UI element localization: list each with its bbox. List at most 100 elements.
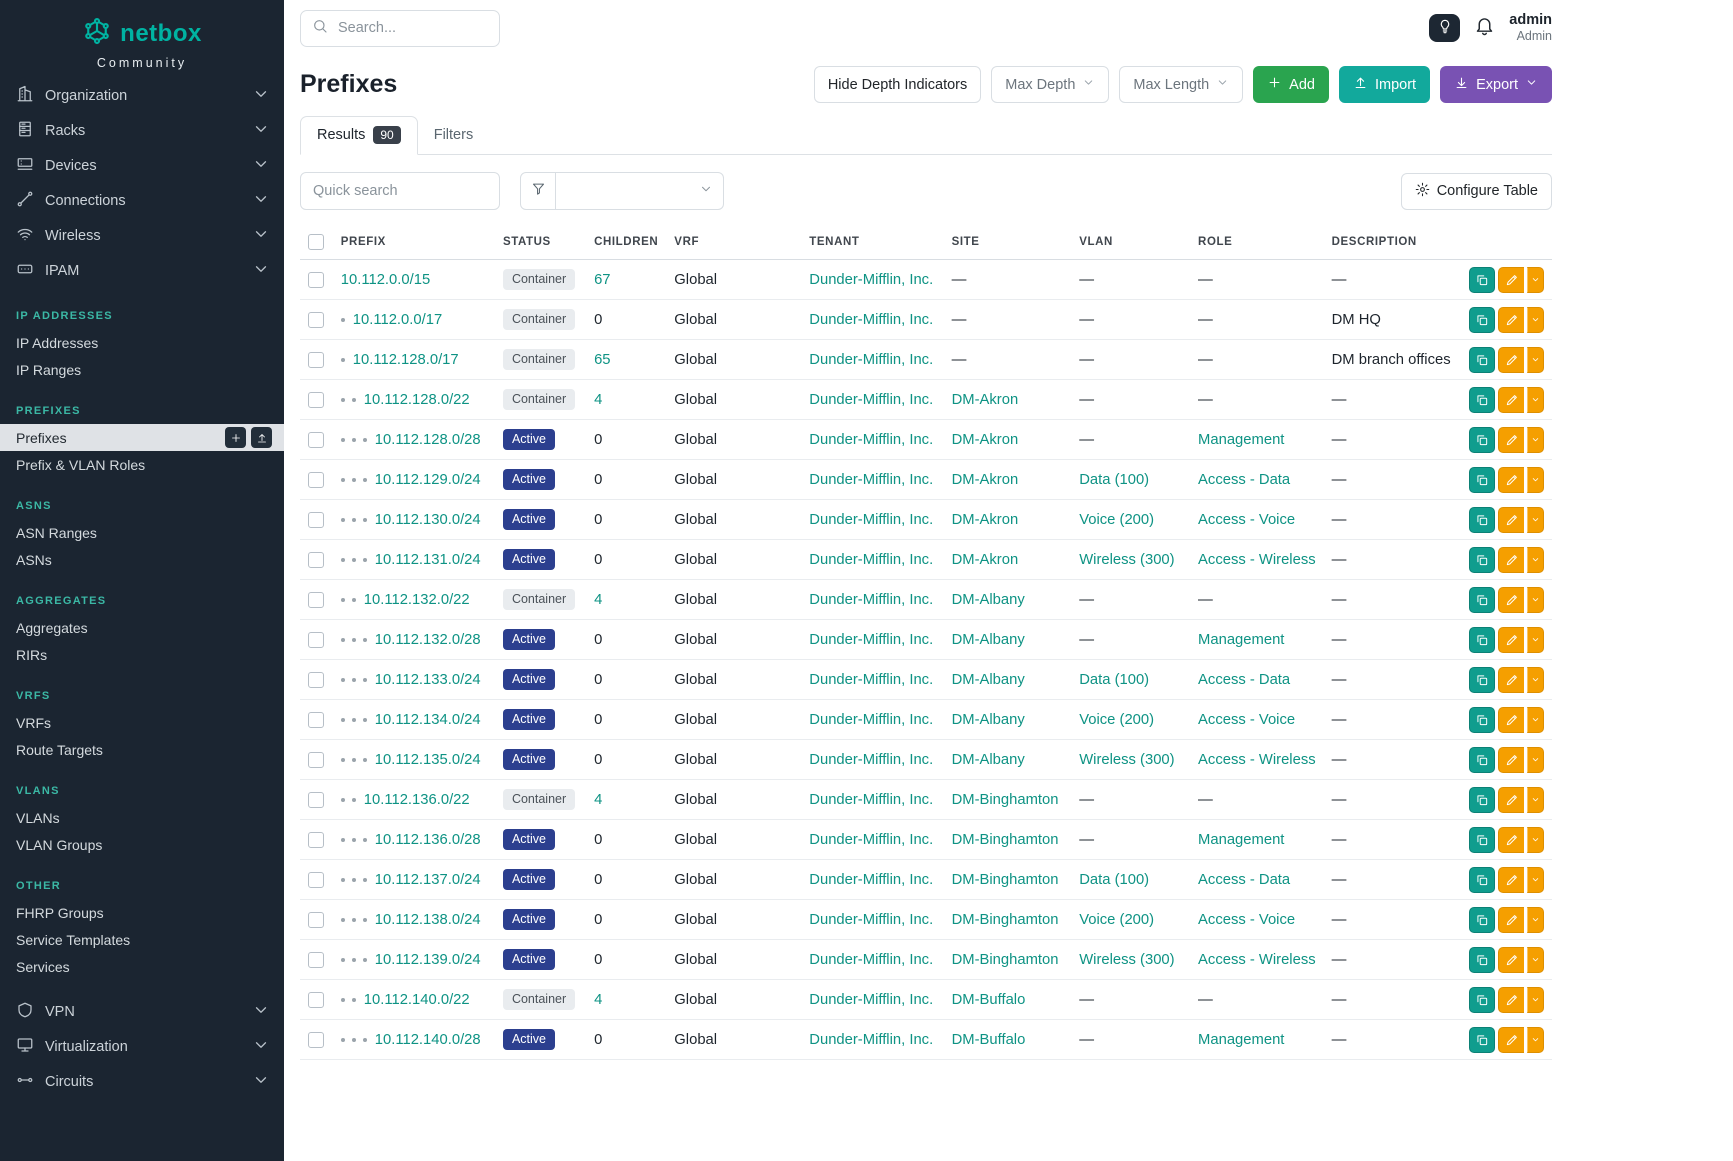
sidebar-item-vrfs[interactable]: VRFs: [0, 709, 284, 736]
prefix-link[interactable]: 10.112.132.0/22: [364, 592, 470, 608]
sidebar-item-wireless[interactable]: Wireless: [0, 218, 284, 253]
row-checkbox[interactable]: [308, 432, 324, 448]
site-link[interactable]: DM-Albany: [952, 632, 1025, 648]
global-search-input[interactable]: [336, 19, 527, 37]
row-checkbox[interactable]: [308, 472, 324, 488]
tenant-link[interactable]: Dunder-Mifflin, Inc.: [809, 912, 933, 928]
row-checkbox[interactable]: [308, 392, 324, 408]
clone-button[interactable]: [1469, 587, 1495, 613]
children-count-link[interactable]: 4: [594, 792, 602, 808]
clone-button[interactable]: [1469, 707, 1495, 733]
row-checkbox[interactable]: [308, 952, 324, 968]
tenant-link[interactable]: Dunder-Mifflin, Inc.: [809, 1032, 933, 1048]
clone-button[interactable]: [1469, 907, 1495, 933]
prefix-link[interactable]: 10.112.0.0/17: [353, 312, 442, 328]
column-header-role[interactable]: ROLE: [1190, 224, 1324, 260]
edit-button[interactable]: [1498, 507, 1524, 533]
sidebar-item-asns[interactable]: ASNs: [0, 546, 284, 573]
edit-dropdown-caret[interactable]: [1527, 627, 1544, 653]
theme-toggle-button[interactable]: [1429, 14, 1460, 42]
prefix-link[interactable]: 10.112.131.0/24: [375, 552, 481, 568]
clone-button[interactable]: [1469, 627, 1495, 653]
netbox-logo[interactable]: netbox Community: [0, 0, 284, 78]
prefix-link[interactable]: 10.112.136.0/28: [375, 832, 481, 848]
export-button[interactable]: Export: [1440, 66, 1552, 103]
clone-button[interactable]: [1469, 427, 1495, 453]
column-header-prefix[interactable]: PREFIX: [333, 224, 495, 260]
edit-button[interactable]: [1498, 827, 1524, 853]
vlan-link[interactable]: Data (100): [1079, 672, 1149, 688]
site-link[interactable]: DM-Binghamton: [952, 872, 1059, 888]
site-link[interactable]: DM-Binghamton: [952, 832, 1059, 848]
edit-dropdown-caret[interactable]: [1527, 587, 1544, 613]
tenant-link[interactable]: Dunder-Mifflin, Inc.: [809, 792, 933, 808]
row-checkbox[interactable]: [308, 552, 324, 568]
clone-button[interactable]: [1469, 387, 1495, 413]
row-checkbox[interactable]: [308, 512, 324, 528]
edit-dropdown-caret[interactable]: [1527, 787, 1544, 813]
edit-dropdown-caret[interactable]: [1527, 827, 1544, 853]
tenant-link[interactable]: Dunder-Mifflin, Inc.: [809, 352, 933, 368]
prefix-link[interactable]: 10.112.136.0/22: [364, 792, 470, 808]
column-header-site[interactable]: SITE: [944, 224, 1072, 260]
tenant-link[interactable]: Dunder-Mifflin, Inc.: [809, 952, 933, 968]
edit-button[interactable]: [1498, 1027, 1524, 1053]
sidebar-item-ip-ranges[interactable]: IP Ranges: [0, 356, 284, 383]
prefix-link[interactable]: 10.112.130.0/24: [375, 512, 481, 528]
prefix-link[interactable]: 10.112.138.0/24: [375, 912, 481, 928]
sidebar-item-vlan-groups[interactable]: VLAN Groups: [0, 831, 284, 858]
tenant-link[interactable]: Dunder-Mifflin, Inc.: [809, 432, 933, 448]
filter-button[interactable]: [520, 172, 556, 210]
row-checkbox[interactable]: [308, 272, 324, 288]
prefix-link[interactable]: 10.112.140.0/22: [364, 992, 470, 1008]
row-checkbox[interactable]: [308, 592, 324, 608]
edit-button[interactable]: [1498, 347, 1524, 373]
sidebar-item-circuits[interactable]: Circuits: [0, 1064, 284, 1099]
global-search[interactable]: [300, 10, 500, 47]
row-checkbox[interactable]: [308, 1032, 324, 1048]
role-link[interactable]: Access - Data: [1198, 672, 1290, 688]
vlan-link[interactable]: Voice (200): [1079, 912, 1154, 928]
tenant-link[interactable]: Dunder-Mifflin, Inc.: [809, 632, 933, 648]
sidebar-item-rirs[interactable]: RIRs: [0, 641, 284, 668]
edit-dropdown-caret[interactable]: [1527, 667, 1544, 693]
site-link[interactable]: DM-Akron: [952, 472, 1019, 488]
edit-dropdown-caret[interactable]: [1527, 347, 1544, 373]
vlan-link[interactable]: Wireless (300): [1079, 952, 1174, 968]
max-length-dropdown[interactable]: Max Length: [1119, 66, 1243, 103]
column-header-description[interactable]: DESCRIPTION: [1324, 224, 1461, 260]
site-link[interactable]: DM-Albany: [952, 592, 1025, 608]
row-checkbox[interactable]: [308, 672, 324, 688]
tenant-link[interactable]: Dunder-Mifflin, Inc.: [809, 872, 933, 888]
clone-button[interactable]: [1469, 547, 1495, 573]
tab-filters[interactable]: Filters: [418, 116, 489, 154]
edit-dropdown-caret[interactable]: [1527, 307, 1544, 333]
sidebar-item-prefixes[interactable]: Prefixes: [0, 424, 284, 451]
edit-dropdown-caret[interactable]: [1527, 747, 1544, 773]
tenant-link[interactable]: Dunder-Mifflin, Inc.: [809, 752, 933, 768]
tenant-link[interactable]: Dunder-Mifflin, Inc.: [809, 672, 933, 688]
clone-button[interactable]: [1469, 987, 1495, 1013]
site-link[interactable]: DM-Binghamton: [952, 952, 1059, 968]
column-header-vlan[interactable]: VLAN: [1071, 224, 1190, 260]
site-link[interactable]: DM-Akron: [952, 392, 1019, 408]
role-link[interactable]: Access - Wireless: [1198, 552, 1316, 568]
edit-button[interactable]: [1498, 587, 1524, 613]
edit-button[interactable]: [1498, 267, 1524, 293]
site-link[interactable]: DM-Albany: [952, 672, 1025, 688]
add-button[interactable]: Add: [1253, 66, 1329, 103]
notifications-button[interactable]: [1474, 15, 1495, 41]
sidebar-item-route-targets[interactable]: Route Targets: [0, 736, 284, 763]
site-link[interactable]: DM-Akron: [952, 512, 1019, 528]
prefix-link[interactable]: 10.112.140.0/28: [375, 1032, 481, 1048]
role-link[interactable]: Access - Voice: [1198, 712, 1295, 728]
edit-dropdown-caret[interactable]: [1527, 947, 1544, 973]
sidebar-item-virtualization[interactable]: Virtualization: [0, 1029, 284, 1064]
tenant-link[interactable]: Dunder-Mifflin, Inc.: [809, 392, 933, 408]
clone-button[interactable]: [1469, 267, 1495, 293]
quick-search-input[interactable]: [300, 172, 500, 210]
vlan-link[interactable]: Voice (200): [1079, 512, 1154, 528]
clone-button[interactable]: [1469, 787, 1495, 813]
sidebar-item-service-templates[interactable]: Service Templates: [0, 926, 284, 953]
sidebar-item-services[interactable]: Services: [0, 953, 284, 980]
